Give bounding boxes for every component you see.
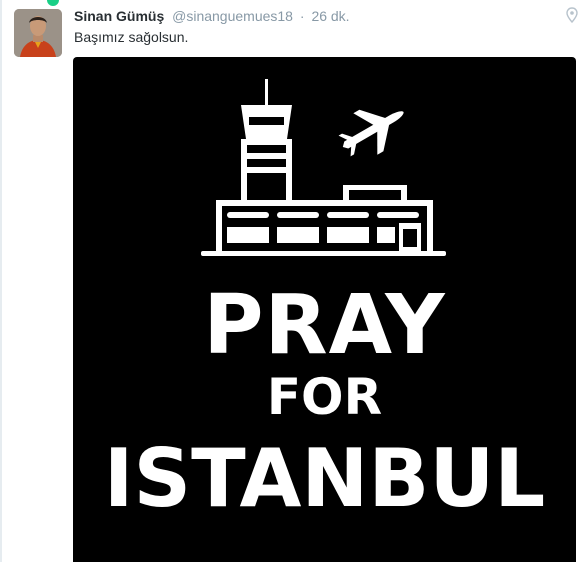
tweet-text: Başımız sağolsun.: [74, 29, 189, 45]
separator: ·: [299, 8, 305, 24]
user-handle[interactable]: @sinanguemues18: [172, 8, 293, 24]
user-fullname[interactable]: Sinan Gümüş: [74, 8, 164, 24]
airport-tower-plane-icon: [201, 79, 446, 256]
timeline-border: [0, 0, 2, 562]
istanbul-text: ISTANBUL: [103, 432, 546, 525]
status-dot: [47, 0, 59, 6]
tweet-timestamp[interactable]: 26 dk.: [311, 8, 349, 24]
for-text: FOR: [266, 368, 383, 426]
tweet-header: Sinan Gümüş @sinanguemues18 · 26 dk.: [74, 7, 568, 25]
avatar-image: [14, 9, 62, 57]
pray-text: PRAY: [203, 278, 446, 373]
avatar[interactable]: [14, 9, 62, 57]
location-pin-icon[interactable]: [566, 7, 578, 23]
tweet-media-image[interactable]: PRAY FOR ISTANBUL: [73, 57, 576, 562]
